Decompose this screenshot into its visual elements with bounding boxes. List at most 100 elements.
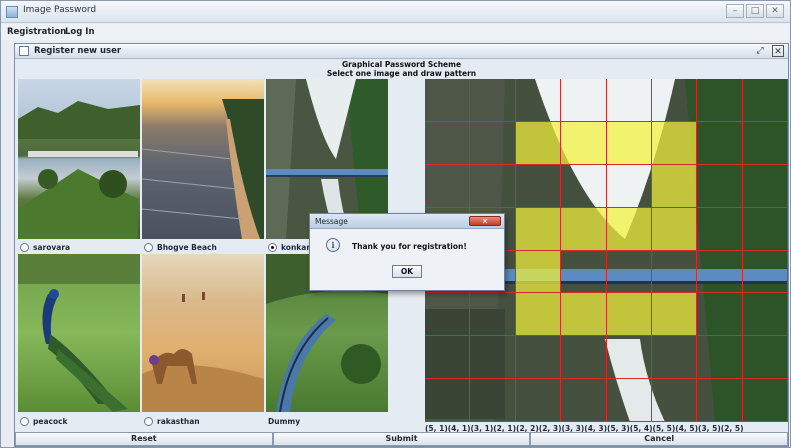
frame-title-bar: Register new user ⤢ ✕ bbox=[15, 44, 788, 59]
dialog-message: Thank you for registration! bbox=[352, 242, 467, 251]
menu-registration[interactable]: Registration bbox=[7, 27, 66, 37]
grid-cell[interactable] bbox=[515, 250, 562, 294]
frame-icon bbox=[19, 46, 29, 56]
radio-peacock[interactable] bbox=[20, 416, 29, 426]
grid-cell[interactable] bbox=[742, 207, 788, 251]
scheme-heading: Graphical Password Scheme bbox=[341, 60, 462, 69]
cancel-button[interactable]: Cancel bbox=[530, 432, 789, 446]
grid-cell[interactable] bbox=[651, 207, 698, 251]
grid-cell[interactable] bbox=[606, 336, 652, 380]
radio-konkan[interactable] bbox=[268, 242, 277, 252]
grid-cell[interactable] bbox=[606, 293, 652, 337]
grid-cell[interactable] bbox=[515, 207, 562, 251]
app-window: Image Password – □ ✕ Registration Log In… bbox=[0, 0, 791, 448]
grid-cell[interactable] bbox=[425, 164, 471, 208]
close-icon[interactable]: ✕ bbox=[766, 4, 784, 18]
image-bhogve-beach[interactable] bbox=[142, 79, 264, 239]
dialog-title: Message bbox=[315, 217, 348, 226]
grid-cell[interactable] bbox=[561, 79, 607, 122]
grid-cell[interactable] bbox=[742, 250, 788, 294]
grid-cell[interactable] bbox=[606, 379, 652, 422]
grid-cell[interactable] bbox=[470, 121, 516, 165]
dialog-title-bar: Message ✕ bbox=[310, 214, 504, 229]
grid-cell[interactable] bbox=[651, 121, 698, 165]
radio-rakasthan[interactable] bbox=[144, 416, 153, 426]
grid-cell[interactable] bbox=[425, 336, 471, 380]
grid-cell[interactable] bbox=[742, 164, 788, 208]
grid-cell[interactable] bbox=[651, 379, 698, 422]
grid-cell[interactable] bbox=[697, 379, 743, 422]
grid-cell[interactable] bbox=[561, 121, 607, 165]
frame-title: Register new user bbox=[34, 46, 122, 56]
grid-cell[interactable] bbox=[606, 79, 652, 122]
grid-cell[interactable] bbox=[697, 250, 743, 294]
menu-bar: Registration Log In bbox=[1, 24, 790, 40]
grid-cell[interactable] bbox=[651, 293, 698, 337]
grid-cell[interactable] bbox=[561, 250, 607, 294]
info-icon: i bbox=[326, 238, 340, 252]
window-title: Image Password bbox=[23, 5, 97, 15]
grid-cell[interactable] bbox=[651, 250, 698, 294]
grid-cell[interactable] bbox=[742, 379, 788, 422]
grid-cell[interactable] bbox=[470, 164, 516, 208]
label-bhogve-beach: Bhogve Beach bbox=[157, 242, 217, 252]
grid-cell[interactable] bbox=[606, 164, 652, 208]
grid-cell[interactable] bbox=[606, 207, 652, 251]
grid-cell[interactable] bbox=[515, 336, 562, 380]
grid-cell[interactable] bbox=[697, 336, 743, 380]
image-sarovara[interactable] bbox=[18, 79, 140, 239]
grid-cell[interactable] bbox=[470, 293, 516, 337]
grid-cell[interactable] bbox=[561, 207, 607, 251]
grid-cell[interactable] bbox=[697, 164, 743, 208]
radio-sarovara[interactable] bbox=[20, 242, 29, 252]
grid-cell[interactable] bbox=[515, 164, 562, 208]
grid-cell[interactable] bbox=[470, 79, 516, 122]
frame-close-icon[interactable]: ✕ bbox=[772, 45, 784, 57]
grid-cell[interactable] bbox=[470, 379, 516, 422]
label-dummy: Dummy bbox=[268, 416, 301, 426]
app-icon bbox=[6, 6, 18, 18]
grid-cell[interactable] bbox=[515, 79, 562, 122]
maximize-icon[interactable]: □ bbox=[746, 4, 764, 18]
radio-bhogve-beach[interactable] bbox=[144, 242, 153, 252]
grid-cell[interactable] bbox=[561, 379, 607, 422]
ok-button[interactable]: OK bbox=[392, 265, 422, 278]
grid-cell[interactable] bbox=[425, 379, 471, 422]
grid-cell[interactable] bbox=[651, 79, 698, 122]
grid-cell[interactable] bbox=[606, 121, 652, 165]
instruction-heading: Select one image and draw pattern bbox=[326, 69, 477, 78]
dialog-close-icon[interactable]: ✕ bbox=[469, 216, 501, 226]
image-rakasthan[interactable] bbox=[142, 254, 264, 412]
label-konkan: konkan bbox=[281, 242, 312, 252]
grid-cell[interactable] bbox=[425, 293, 471, 337]
grid-cell[interactable] bbox=[561, 164, 607, 208]
grid-cell[interactable] bbox=[742, 79, 788, 122]
grid-cell[interactable] bbox=[561, 293, 607, 337]
grid-cell[interactable] bbox=[697, 293, 743, 337]
grid-cell[interactable] bbox=[606, 250, 652, 294]
grid-cell[interactable] bbox=[425, 121, 471, 165]
grid-cell[interactable] bbox=[651, 336, 698, 380]
grid-cell[interactable] bbox=[697, 79, 743, 122]
grid-cell[interactable] bbox=[425, 79, 471, 122]
grid-cell[interactable] bbox=[470, 336, 516, 380]
grid-cell[interactable] bbox=[697, 121, 743, 165]
reset-button[interactable]: Reset bbox=[15, 432, 273, 446]
restore-icon[interactable]: ⤢ bbox=[754, 45, 766, 57]
grid-cell[interactable] bbox=[515, 121, 562, 165]
grid-cell[interactable] bbox=[742, 336, 788, 380]
label-rakasthan: rakasthan bbox=[157, 416, 200, 426]
image-peacock[interactable] bbox=[18, 254, 140, 412]
grid-cell[interactable] bbox=[742, 293, 788, 337]
grid-cell[interactable] bbox=[651, 164, 698, 208]
grid-cell[interactable] bbox=[515, 293, 562, 337]
minimize-icon[interactable]: – bbox=[726, 4, 744, 18]
grid-cell[interactable] bbox=[561, 336, 607, 380]
submit-button[interactable]: Submit bbox=[272, 432, 531, 446]
grid-cell[interactable] bbox=[697, 207, 743, 251]
message-dialog: Message ✕ i Thank you for registration! … bbox=[309, 213, 505, 291]
grid-cell[interactable] bbox=[742, 121, 788, 165]
grid-cell[interactable] bbox=[515, 379, 562, 422]
label-peacock: peacock bbox=[33, 416, 68, 426]
menu-log-in[interactable]: Log In bbox=[65, 27, 95, 37]
